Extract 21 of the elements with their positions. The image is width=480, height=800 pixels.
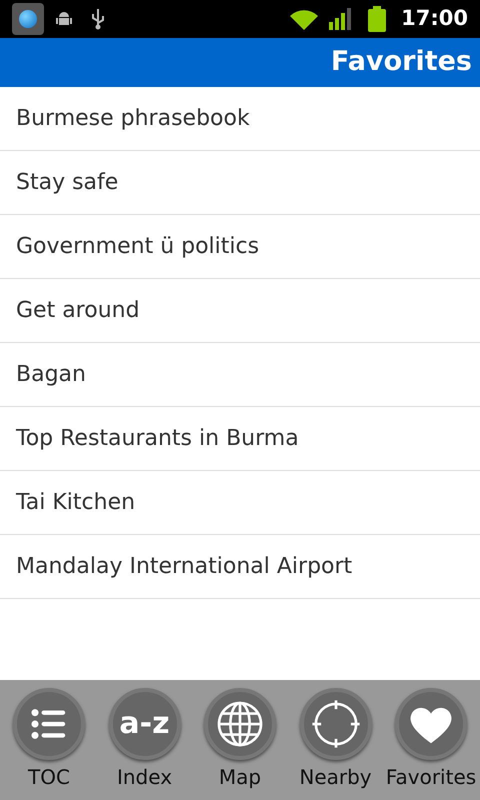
list-item[interactable]: Stay safe xyxy=(0,151,480,215)
page-title: Favorites xyxy=(330,45,472,80)
list-item[interactable]: Top Restaurants in Burma xyxy=(0,407,480,471)
toolbar-label: Favorites xyxy=(386,764,476,791)
app-notification-icon xyxy=(12,3,44,35)
toolbar-label: Nearby xyxy=(299,764,372,791)
list-item[interactable]: Bagan xyxy=(0,343,480,407)
list-item[interactable]: Tai Kitchen xyxy=(0,471,480,535)
clock: 17:00 xyxy=(401,5,468,32)
battery-icon xyxy=(367,6,388,32)
toolbar-label: Map xyxy=(218,764,262,791)
list-item[interactable]: Get around xyxy=(0,279,480,343)
list-item[interactable]: Burmese phrasebook xyxy=(0,87,480,151)
toolbar-label: Index xyxy=(116,764,172,791)
toolbar-label: TOC xyxy=(28,764,70,791)
a-z-label: a-z xyxy=(119,709,170,739)
list-item[interactable]: Government ü politics xyxy=(0,215,480,279)
signal-icon xyxy=(329,8,354,30)
wifi-icon xyxy=(289,8,320,30)
list-item[interactable]: Mandalay International Airport xyxy=(0,535,480,599)
usb-icon xyxy=(90,8,106,30)
